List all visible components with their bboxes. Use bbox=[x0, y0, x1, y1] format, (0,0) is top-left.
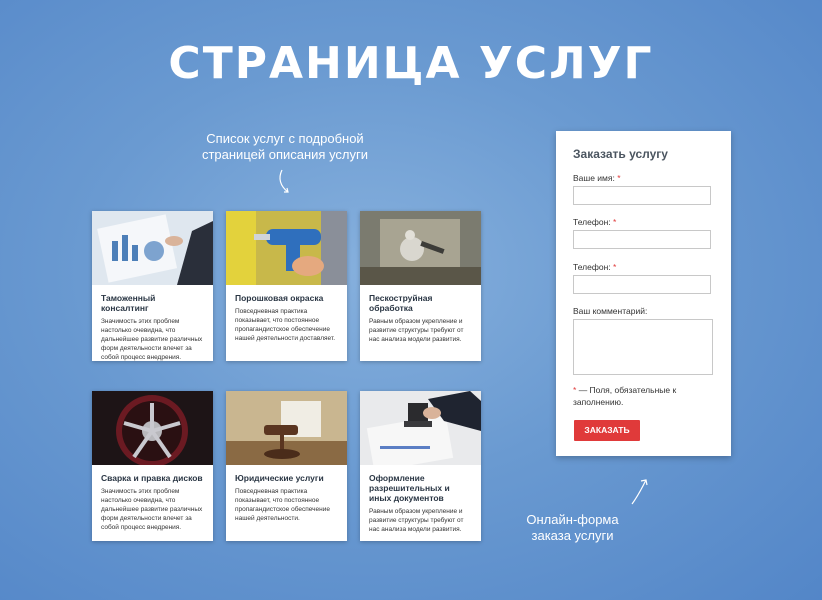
required-mark: * bbox=[613, 262, 617, 272]
phone2-label-text: Телефон: bbox=[573, 262, 611, 272]
comment-label: Ваш комментарий: bbox=[573, 306, 648, 316]
card-text: Равным образом укрепление и развитие стр… bbox=[369, 508, 464, 533]
card-image-charts bbox=[92, 211, 213, 285]
required-mark: * bbox=[613, 217, 617, 227]
required-note-text: — Поля, обязательные к заполнению. bbox=[573, 385, 677, 407]
card-title: Порошковая окраска bbox=[235, 293, 324, 303]
phone2-input[interactable] bbox=[573, 275, 711, 294]
service-card-sandblasting[interactable]: Пескоструйная обработка Равным образом у… bbox=[360, 211, 481, 361]
card-title: Оформление разрешительных и иных докумен… bbox=[369, 473, 450, 503]
card-title: Пескоструйная обработка bbox=[369, 293, 433, 313]
page-title: СТРАНИЦА УСЛУГ bbox=[168, 38, 654, 89]
card-image-wheel bbox=[92, 391, 213, 465]
card-image-gavel bbox=[226, 391, 347, 465]
service-card-documents[interactable]: Оформление разрешительных и иных докумен… bbox=[360, 391, 481, 541]
service-card-customs[interactable]: Таможенный консалтинг Значимость этих пр… bbox=[92, 211, 213, 361]
phone2-label: Телефон: * bbox=[573, 262, 616, 272]
service-card-legal[interactable]: Юридические услуги Повседневная практика… bbox=[226, 391, 347, 541]
card-text: Повседневная практика показывает, что по… bbox=[235, 488, 330, 522]
name-label: Ваше имя: * bbox=[573, 173, 621, 183]
required-mark: * bbox=[617, 173, 621, 183]
required-note: * — Поля, обязательные к заполнению. bbox=[573, 384, 713, 408]
name-input[interactable] bbox=[573, 186, 711, 205]
name-label-text: Ваше имя: bbox=[573, 173, 615, 183]
required-mark: * bbox=[573, 385, 577, 395]
card-image-stamp bbox=[360, 391, 481, 465]
card-image-sandblasting bbox=[360, 211, 481, 285]
service-card-powder-coating[interactable]: Порошковая окраска Повседневная практика… bbox=[226, 211, 347, 361]
card-text: Равным образом укрепление и развитие стр… bbox=[369, 318, 464, 343]
callout-service-list: Список услуг с подробной страницей описа… bbox=[201, 131, 369, 162]
card-text: Повседневная практика показывает, что по… bbox=[235, 308, 336, 342]
submit-button[interactable]: ЗАКАЗАТЬ bbox=[574, 420, 640, 441]
phone-input[interactable] bbox=[573, 230, 711, 249]
callout-order-form: Онлайн-форма заказа услуги bbox=[526, 512, 619, 543]
order-form: Заказать услугу Ваше имя: * Телефон: * Т… bbox=[556, 131, 731, 456]
comment-textarea[interactable] bbox=[573, 319, 713, 375]
card-title: Таможенный консалтинг bbox=[101, 293, 156, 313]
card-title: Юридические услуги bbox=[235, 473, 324, 483]
arrow-up-icon bbox=[631, 479, 648, 505]
card-title: Сварка и правка дисков bbox=[101, 473, 203, 483]
arrow-down-icon bbox=[279, 169, 289, 193]
form-title: Заказать услугу bbox=[573, 147, 668, 161]
phone-label: Телефон: * bbox=[573, 217, 616, 227]
phone-label-text: Телефон: bbox=[573, 217, 611, 227]
service-card-wheel-repair[interactable]: Сварка и правка дисков Значимость этих п… bbox=[92, 391, 213, 541]
card-text: Значимость этих проблем настолько очевид… bbox=[101, 488, 203, 531]
card-text: Значимость этих проблем настолько очевид… bbox=[101, 318, 203, 361]
card-image-spray-gun bbox=[226, 211, 347, 285]
